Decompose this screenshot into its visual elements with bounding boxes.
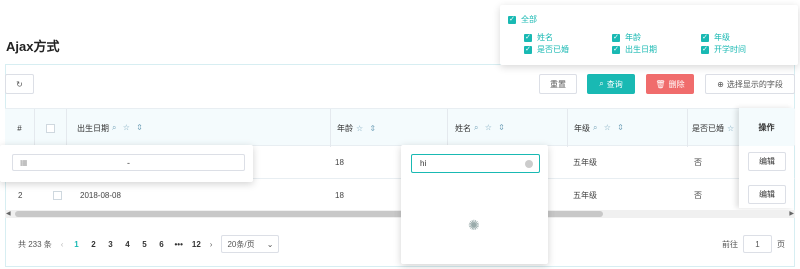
field-start-date-checkbox[interactable]: ✓ 开学时间 — [701, 44, 746, 55]
name-filter-popover: hi ✺ — [401, 145, 548, 264]
filter-star-sort-icons[interactable]: ⌕ ☆ ⇕ — [474, 123, 507, 133]
page-5[interactable]: 5 — [140, 240, 148, 249]
loading-spinner-icon: ✺ — [468, 217, 480, 233]
header-age[interactable]: 年龄 ☆ ⇕ — [331, 109, 448, 147]
refresh-icon: ↻ — [16, 79, 23, 89]
row-birthday: 2018-08-08 — [80, 191, 121, 200]
date-range-input[interactable]: ▦ - — [12, 154, 245, 171]
field-all-checkbox[interactable]: ✓ 全部 — [508, 14, 537, 25]
check-icon: ✓ — [508, 15, 516, 24]
header-select-all[interactable] — [35, 109, 67, 147]
page-input[interactable]: 1 — [743, 235, 772, 253]
header-index: # — [5, 109, 35, 147]
plus-circle-icon: ⊕ — [717, 79, 724, 89]
choose-fields-button[interactable]: ⊕ 选择显示的字段 — [705, 74, 795, 94]
page-1[interactable]: 1 — [72, 240, 80, 249]
scroll-left-icon[interactable]: ◀ — [6, 210, 11, 217]
delete-button[interactable]: 🗑 删除 — [646, 74, 694, 94]
table-row: 2 2018-08-08 18 五年级 否 — [5, 179, 795, 212]
page-6[interactable]: 6 — [157, 240, 165, 249]
refresh-button[interactable]: ↻ — [5, 74, 34, 94]
action-column: 操作 编辑 编辑 — [739, 108, 794, 208]
header-grade[interactable]: 年级 ⌕ ☆ ⇕ — [568, 109, 688, 147]
calendar-icon: ▦ — [20, 158, 28, 167]
pagination: 共 233 条 ‹ 1 2 3 4 5 6 ••• 12 › 20条/页 ⌄ — [18, 235, 280, 253]
header-name[interactable]: 姓名 ⌕ ☆ ⇕ — [448, 109, 568, 147]
filter-star-sort-icons[interactable]: ⌕ ☆ ⇕ — [112, 123, 145, 133]
query-button[interactable]: ⌕ 查询 — [587, 74, 635, 94]
edit-button[interactable]: 编辑 — [748, 185, 786, 204]
table-header: # 出生日期 ⌕ ☆ ⇕ 年龄 ☆ ⇕ 姓名 ⌕ ☆ ⇕ 年级 ⌕ ☆ ⇕ 是否已婚 ☆ — [5, 108, 795, 147]
trash-icon: 🗑 — [655, 79, 666, 89]
birthday-filter-popover: ▦ - — [0, 145, 253, 182]
page-12[interactable]: 12 — [192, 240, 201, 249]
select-all-checkbox[interactable] — [46, 123, 55, 133]
total-count: 共 233 条 — [18, 239, 52, 249]
page-2[interactable]: 2 — [89, 240, 97, 249]
field-chooser-popover: ✓ 全部 ✓ 姓名 ✓ 年龄 ✓ 年级 ✓ 是否已婚 ✓ 出生日期 ✓ 开学时间 — [500, 5, 798, 65]
header-married[interactable]: 是否已婚 ☆ — [688, 109, 743, 147]
horizontal-scrollbar[interactable]: ◀ ▶ — [5, 210, 795, 218]
star-sort-icons[interactable]: ☆ ⇕ — [356, 124, 378, 133]
header-action: 操作 — [739, 108, 794, 146]
search-icon: ⌕ — [599, 79, 604, 88]
name-filter-input[interactable]: hi — [411, 154, 540, 173]
chevron-down-icon: ⌄ — [266, 239, 274, 249]
field-birthday-checkbox[interactable]: ✓ 出生日期 — [612, 44, 657, 55]
page-4[interactable]: 4 — [123, 240, 131, 249]
page-jumper: 前往 1 页 — [722, 235, 785, 253]
reset-button[interactable]: 重置 — [539, 74, 577, 94]
row-married: 否 — [694, 191, 702, 200]
page-title: Ajax方式 — [6, 39, 60, 54]
field-married-checkbox[interactable]: ✓ 是否已婚 — [524, 44, 569, 55]
clear-icon[interactable] — [525, 160, 533, 168]
more-pages[interactable]: ••• — [174, 240, 182, 249]
row-married: 否 — [694, 158, 702, 167]
page-size-select[interactable]: 20条/页 ⌄ — [221, 235, 280, 253]
row-grade: 五年级 — [573, 158, 597, 167]
field-grade-checkbox[interactable]: ✓ 年级 — [701, 32, 730, 43]
field-name-checkbox[interactable]: ✓ 姓名 — [524, 32, 553, 43]
row-checkbox[interactable] — [53, 179, 62, 212]
field-age-checkbox[interactable]: ✓ 年龄 — [612, 32, 641, 43]
scroll-right-icon[interactable]: ▶ — [789, 210, 794, 217]
row-index: 2 — [18, 191, 23, 200]
edit-button[interactable]: 编辑 — [748, 152, 786, 171]
next-page-icon[interactable]: › — [210, 240, 213, 249]
filter-star-sort-icons[interactable]: ⌕ ☆ ⇕ — [593, 123, 626, 133]
prev-page-icon[interactable]: ‹ — [61, 240, 64, 249]
star-icon[interactable]: ☆ — [727, 124, 736, 133]
header-birthday[interactable]: 出生日期 ⌕ ☆ ⇕ — [67, 109, 331, 147]
row-grade: 五年级 — [573, 191, 597, 200]
row-age: 18 — [335, 158, 344, 167]
page-3[interactable]: 3 — [106, 240, 114, 249]
row-age: 18 — [335, 191, 344, 200]
